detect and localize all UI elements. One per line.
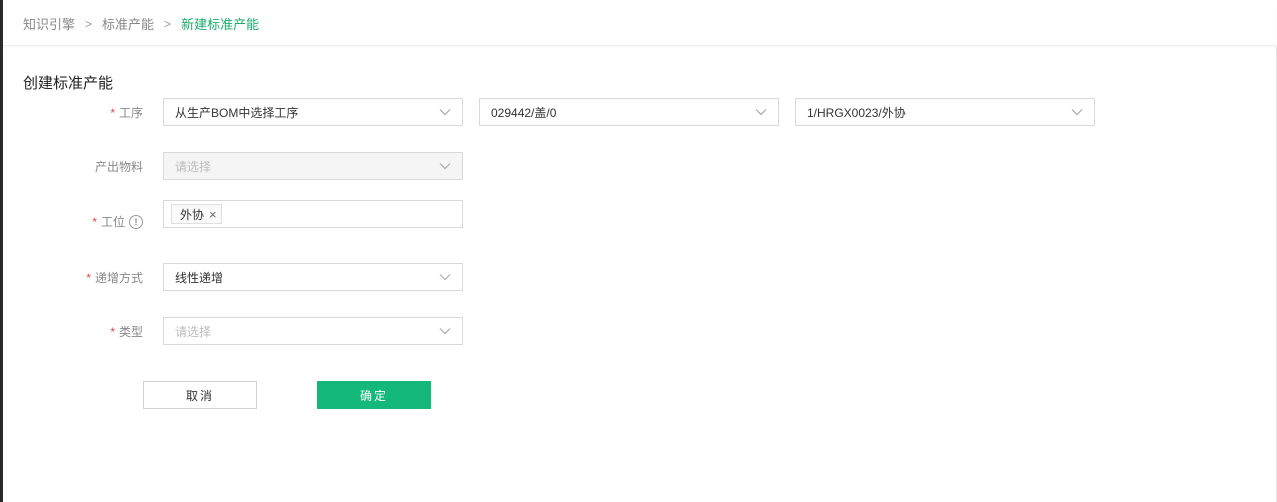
chevron-down-icon — [754, 105, 768, 119]
chevron-down-icon — [438, 159, 452, 173]
confirm-button[interactable]: 确定 — [317, 381, 431, 409]
type-label: * 类型 — [110, 323, 143, 340]
form-row-output-material: 产出物料 请选择 — [0, 152, 1277, 180]
form-row-type: * 类型 请选择 — [0, 317, 1277, 345]
output-material-placeholder: 请选择 — [175, 159, 212, 174]
increment-mode-select[interactable]: 线性递增 — [163, 263, 463, 291]
required-mark: * — [92, 214, 97, 229]
page-header: 知识引擎 > 标准产能 > 新建标准产能 — [3, 0, 1276, 46]
process-step-select[interactable]: 1/HRGX0023/外协 — [795, 98, 1095, 126]
workstation-tag: 外协 × — [171, 204, 222, 224]
required-mark: * — [110, 324, 115, 339]
workstation-multiselect[interactable]: 外协 × — [163, 200, 463, 228]
form-row-workstation: * 工位 ! 外协 × — [0, 200, 1277, 230]
close-icon[interactable]: × — [209, 208, 217, 221]
breadcrumb-item-current: 新建标准产能 — [181, 17, 260, 32]
breadcrumb-separator: > — [85, 16, 93, 31]
process-label-text: 工序 — [118, 106, 143, 120]
process-material-select[interactable]: 029442/盖/0 — [479, 98, 779, 126]
type-select[interactable]: 请选择 — [163, 317, 463, 345]
output-material-select[interactable]: 请选择 — [163, 152, 463, 180]
increment-mode-value: 线性递增 — [175, 270, 224, 285]
info-icon[interactable]: ! — [129, 214, 143, 229]
increment-mode-label-text: 递增方式 — [94, 271, 143, 285]
required-mark: * — [110, 105, 115, 120]
window-left-edge — [0, 0, 3, 502]
type-label-text: 类型 — [118, 325, 143, 339]
required-mark: * — [86, 270, 91, 285]
process-source-value: 从生产BOM中选择工序 — [175, 105, 299, 120]
output-material-label-text: 产出物料 — [94, 160, 143, 174]
process-material-value: 029442/盖/0 — [491, 105, 557, 120]
breadcrumb-item-knowledge-engine[interactable]: 知识引擎 — [23, 14, 75, 33]
cancel-button[interactable]: 取消 — [143, 381, 257, 409]
process-label: * 工序 — [110, 104, 143, 121]
form-row-increment-mode: * 递增方式 线性递增 — [0, 263, 1277, 291]
chevron-down-icon — [1070, 105, 1084, 119]
breadcrumb: 知识引擎 > 标准产能 > 新建标准产能 — [23, 14, 259, 33]
increment-mode-label: * 递增方式 — [86, 269, 143, 286]
process-source-select[interactable]: 从生产BOM中选择工序 — [163, 98, 463, 126]
page-title: 创建标准产能 — [23, 75, 114, 92]
chevron-down-icon — [438, 324, 452, 338]
breadcrumb-item-standard-capacity[interactable]: 标准产能 — [102, 14, 154, 33]
workstation-label: * 工位 ! — [92, 213, 143, 230]
chevron-down-icon — [438, 105, 452, 119]
workstation-label-text: 工位 — [100, 215, 125, 229]
process-step-value: 1/HRGX0023/外协 — [807, 105, 906, 120]
breadcrumb-separator: > — [164, 16, 172, 31]
type-placeholder: 请选择 — [175, 324, 212, 339]
chevron-down-icon — [438, 270, 452, 284]
workstation-tag-label: 外协 — [180, 207, 205, 222]
form-row-process: * 工序 从生产BOM中选择工序 029442/盖/0 1/HRGX0023/外… — [0, 98, 1277, 126]
output-material-label: 产出物料 — [95, 158, 143, 175]
